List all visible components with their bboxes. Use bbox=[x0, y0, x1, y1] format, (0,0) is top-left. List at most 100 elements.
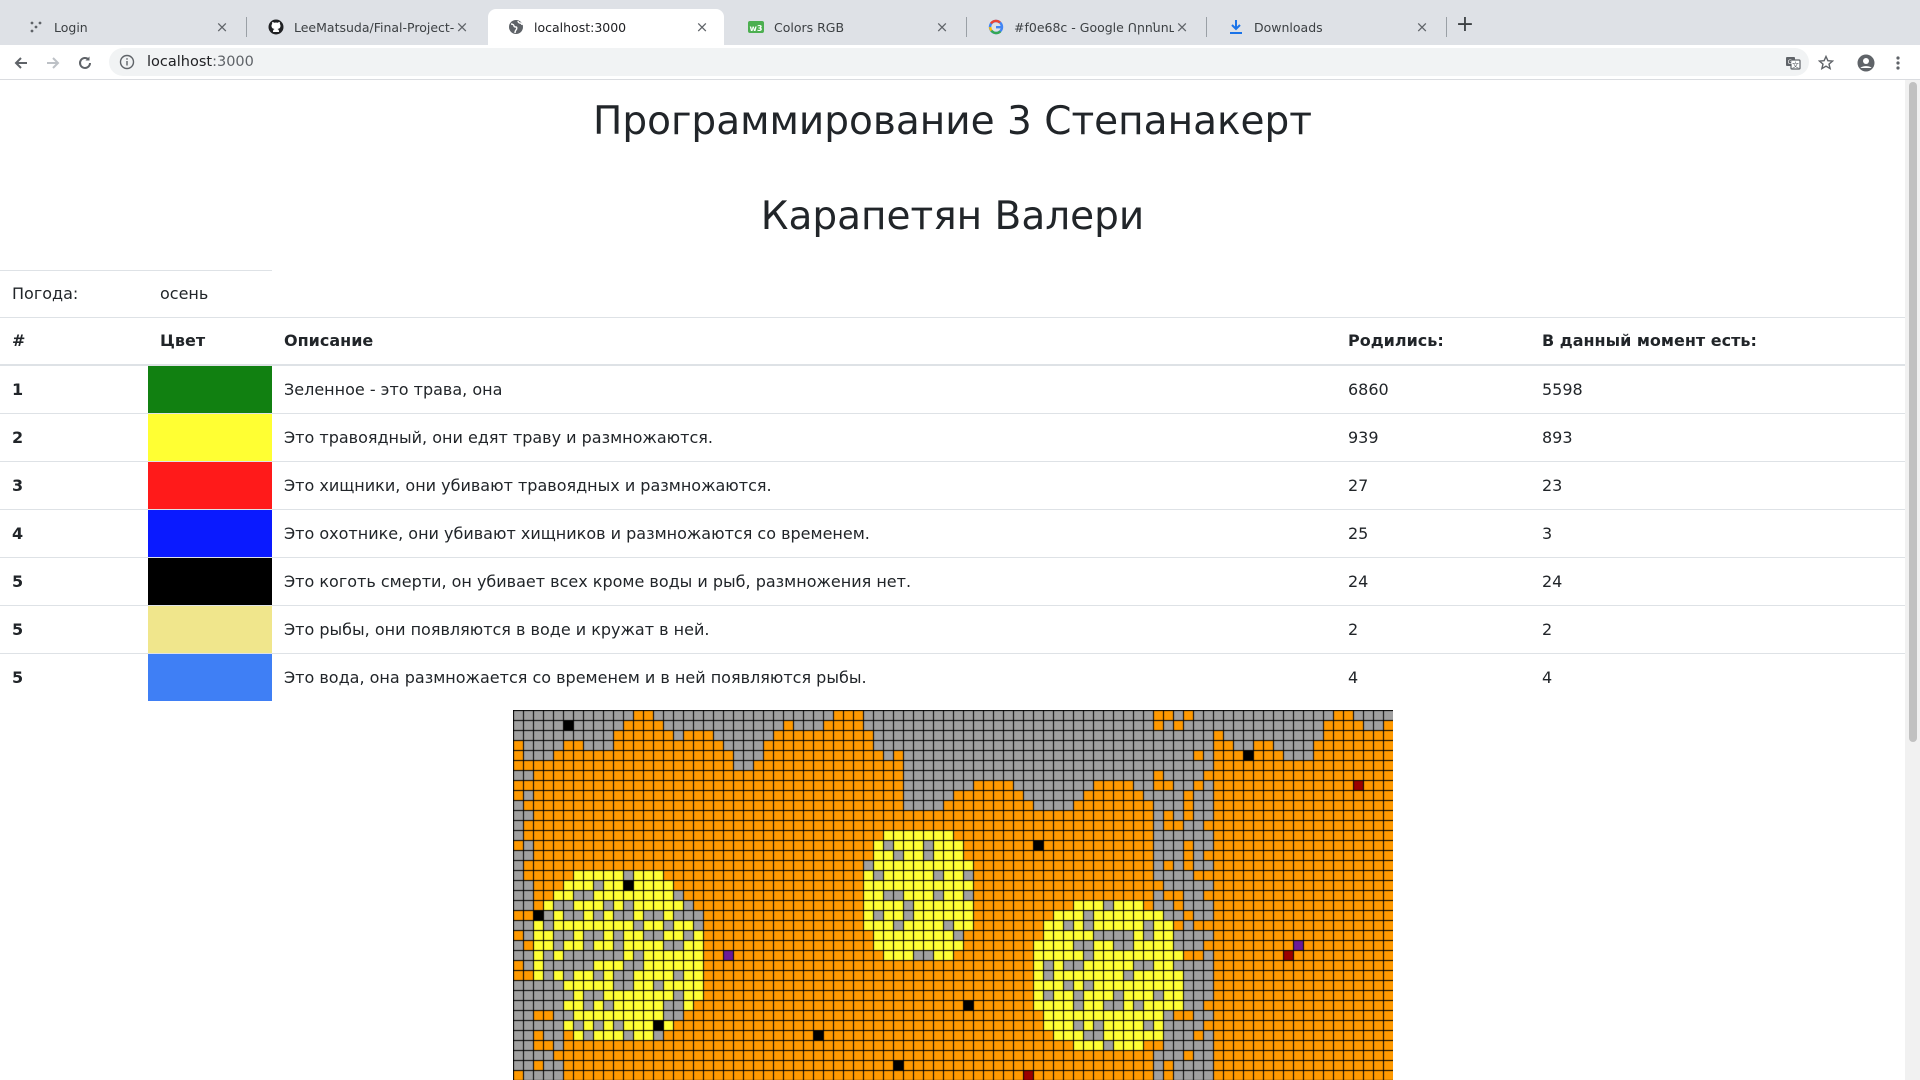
current-count: 5598 bbox=[1530, 364, 1905, 413]
close-icon[interactable]: × bbox=[694, 19, 710, 35]
row-number: 5 bbox=[0, 652, 148, 701]
globe-icon bbox=[508, 19, 524, 35]
table-row: 5 Это коготь смерти, он убивает всех кром… bbox=[0, 556, 1905, 605]
color-swatch bbox=[148, 509, 272, 557]
table-header-row: # Цвет Описание Родились: В данный момен… bbox=[0, 317, 1905, 366]
stats-table: # Цвет Описание Родились: В данный момен… bbox=[0, 317, 1905, 701]
table-row: 5 Это вода, она размножается со временем … bbox=[0, 652, 1905, 701]
color-swatch bbox=[148, 413, 272, 461]
forward-button[interactable] bbox=[39, 49, 67, 77]
reload-icon bbox=[79, 56, 91, 69]
author-name: Карапетян Валери bbox=[760, 194, 1145, 239]
menu-button[interactable] bbox=[1885, 50, 1911, 76]
dots-icon bbox=[28, 19, 44, 35]
tab-login[interactable]: Login × bbox=[8, 9, 244, 45]
row-description: Это хищники, они убивают травоядных и ра… bbox=[272, 460, 1336, 509]
reload-button[interactable] bbox=[71, 49, 99, 77]
tab-colors-rgb[interactable]: w3 Colors RGB × bbox=[728, 9, 964, 45]
tab-google-search[interactable]: #f0e68c - Google Որոնում × bbox=[968, 9, 1204, 45]
column-header: В данный момент есть: bbox=[1530, 317, 1905, 366]
color-cell bbox=[148, 604, 272, 653]
table-row: 1 Зеленное - это трава, она 6860 5598 bbox=[0, 364, 1905, 413]
weather-row: Погода: осень bbox=[0, 270, 272, 317]
table-row: 5 Это рыбы, они появляются в воде и кружа… bbox=[0, 604, 1905, 653]
translate-icon: 文G bbox=[1786, 57, 1801, 70]
arrow-left-icon bbox=[14, 57, 27, 69]
color-cell bbox=[148, 652, 272, 701]
row-number: 5 bbox=[0, 604, 148, 653]
weather-label: Погода: bbox=[12, 284, 79, 303]
account-icon bbox=[1857, 54, 1875, 72]
close-icon[interactable]: × bbox=[214, 19, 230, 35]
row-description: Зеленное - это трава, она bbox=[272, 364, 1336, 413]
row-number: 3 bbox=[0, 460, 148, 509]
weather-value: осень bbox=[160, 284, 209, 303]
tab-title: Login bbox=[54, 19, 88, 35]
tab-strip: Login × LeeMatsuda/Final-Project- × loca… bbox=[0, 0, 1920, 45]
star-icon bbox=[1818, 55, 1834, 71]
color-swatch bbox=[148, 365, 272, 413]
color-cell bbox=[148, 412, 272, 461]
color-swatch bbox=[148, 557, 272, 605]
row-description: Это вода, она размножается со временем и… bbox=[272, 652, 1336, 701]
color-cell bbox=[148, 460, 272, 509]
svg-text:文: 文 bbox=[1792, 61, 1799, 70]
svg-text:w3: w3 bbox=[750, 24, 763, 33]
born-count: 24 bbox=[1336, 556, 1530, 605]
back-button[interactable] bbox=[7, 49, 35, 77]
page-title: Программирование 3 Степанакерт bbox=[593, 99, 1312, 144]
profile-button[interactable] bbox=[1853, 50, 1879, 76]
tab-title: Colors RGB bbox=[774, 19, 845, 35]
current-count: 23 bbox=[1530, 460, 1905, 509]
tab-localhost[interactable]: localhost:3000 × bbox=[488, 9, 724, 45]
tab-divider bbox=[966, 17, 967, 37]
current-count: 2 bbox=[1530, 604, 1905, 653]
row-description: Это коготь смерти, он убивает всех кроме… bbox=[272, 556, 1336, 605]
born-count: 27 bbox=[1336, 460, 1530, 509]
close-icon[interactable]: × bbox=[454, 19, 470, 35]
bookmark-button[interactable] bbox=[1813, 50, 1839, 76]
url-host: localhost bbox=[147, 54, 213, 70]
translate-button[interactable]: 文G bbox=[1780, 50, 1806, 76]
page-scrollbar[interactable] bbox=[1905, 80, 1920, 1080]
kebab-menu-icon bbox=[1896, 56, 1900, 70]
tab-title: localhost:3000 bbox=[534, 19, 627, 35]
column-header: Родились: bbox=[1336, 317, 1530, 366]
colors-rgb-icon: w3 bbox=[748, 19, 764, 35]
color-cell bbox=[148, 364, 272, 413]
url-port: :3000 bbox=[212, 54, 254, 70]
info-icon[interactable] bbox=[119, 54, 135, 70]
tab-divider bbox=[1206, 17, 1207, 37]
tab-divider bbox=[1446, 17, 1447, 37]
close-icon[interactable]: × bbox=[1174, 19, 1190, 35]
row-number: 4 bbox=[0, 508, 148, 557]
close-icon[interactable]: × bbox=[934, 19, 950, 35]
simulation-canvas bbox=[513, 710, 1393, 1080]
column-header: Описание bbox=[272, 317, 1336, 366]
tab-downloads[interactable]: Downloads × bbox=[1208, 9, 1444, 45]
current-count: 3 bbox=[1530, 508, 1905, 557]
download-icon bbox=[1228, 19, 1244, 35]
column-header: # bbox=[0, 317, 148, 366]
browser-toolbar: localhost:3000 文G bbox=[0, 45, 1920, 80]
svg-text:G: G bbox=[1788, 59, 1793, 66]
row-number: 1 bbox=[0, 364, 148, 413]
address-bar[interactable]: localhost:3000 bbox=[109, 48, 1809, 76]
born-count: 2 bbox=[1336, 604, 1530, 653]
tab-divider bbox=[246, 17, 247, 37]
row-number: 2 bbox=[0, 412, 148, 461]
scrollbar-thumb[interactable] bbox=[1909, 82, 1917, 742]
color-swatch bbox=[148, 653, 272, 701]
table-row: 2 Это травоядный, они едят траву и размно… bbox=[0, 412, 1905, 461]
born-count: 6860 bbox=[1336, 364, 1530, 413]
tab-title: LeeMatsuda/Final-Project- bbox=[294, 19, 454, 35]
row-number: 5 bbox=[0, 556, 148, 605]
arrow-right-icon bbox=[47, 57, 60, 69]
color-swatch bbox=[148, 461, 272, 509]
tab-github[interactable]: LeeMatsuda/Final-Project- × bbox=[248, 9, 484, 45]
color-cell bbox=[148, 556, 272, 605]
new-tab-button[interactable]: + bbox=[1451, 12, 1479, 40]
row-description: Это рыбы, они появляются в воде и кружат… bbox=[272, 604, 1336, 653]
born-count: 25 bbox=[1336, 508, 1530, 557]
close-icon[interactable]: × bbox=[1414, 19, 1430, 35]
